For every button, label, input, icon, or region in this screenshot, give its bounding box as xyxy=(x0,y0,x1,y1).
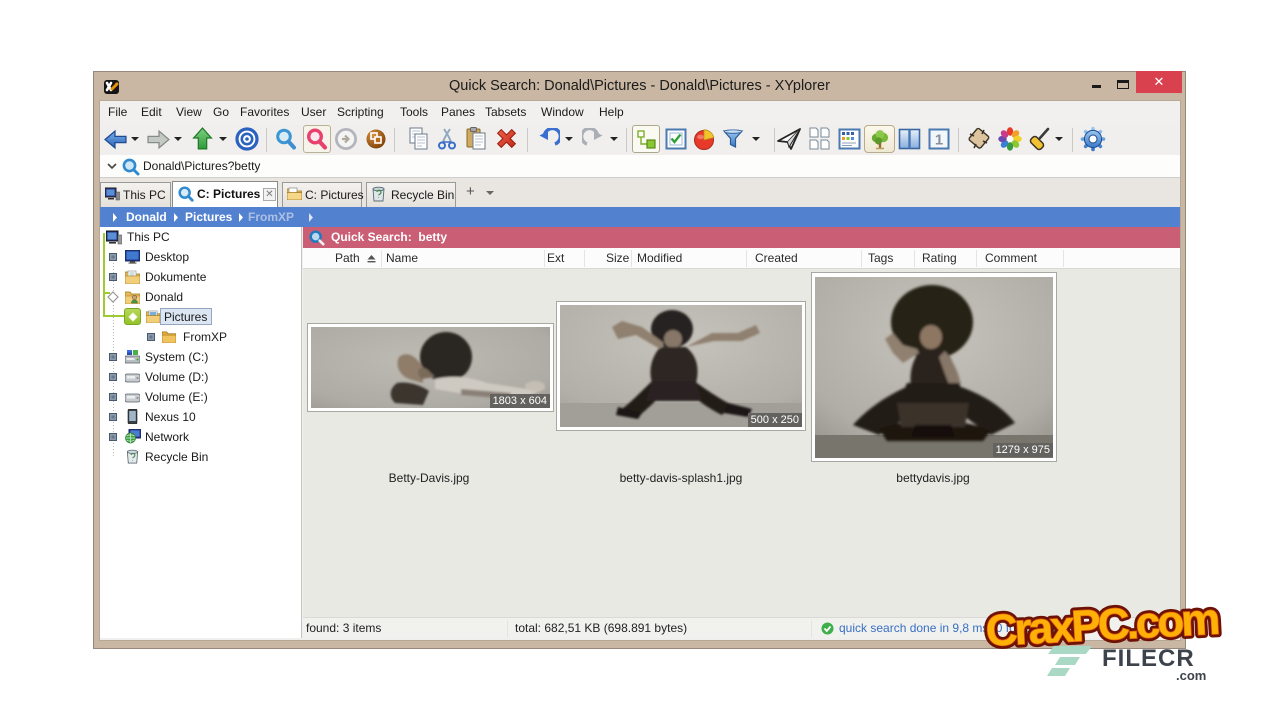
svg-text:.com: .com xyxy=(1176,668,1206,683)
svg-text:1: 1 xyxy=(935,132,943,149)
